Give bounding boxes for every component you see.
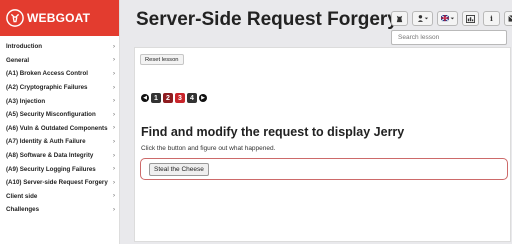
sidebar: WEBGOAT Introduction › General › (A1) Brok… [0,0,120,244]
page-title: Server-Side Request Forgery [136,9,398,30]
chevron-right-icon: › [113,166,115,173]
chevron-right-icon: › [113,125,115,132]
contact-button[interactable] [504,11,512,26]
user-menu-button[interactable] [412,11,433,26]
sidebar-item-a6[interactable]: (A6) Vuln & Outdated Components › [0,122,119,136]
page-link-3[interactable]: 3 [175,93,185,103]
sidebar-item-label: Challenges [6,206,40,214]
mail-icon [508,15,512,22]
sidebar-item-introduction[interactable]: Introduction › [0,40,119,54]
sidebar-item-label: (A3) Injection [6,97,46,105]
sidebar-item-challenges[interactable]: Challenges › [0,203,119,217]
brand-name: WEBGOAT [27,11,91,25]
next-page-icon[interactable]: ▶ [199,94,207,102]
top-toolbar: i [391,11,512,26]
lesson-pager: ◀ 1 2 3 4 ▶ [141,93,207,103]
report-card-icon [466,14,475,23]
chevron-right-icon: › [113,179,115,186]
chevron-right-icon: › [113,84,115,91]
chevron-right-icon: › [113,98,115,105]
chevron-right-icon: › [113,57,115,64]
sidebar-item-label: Client side [6,192,38,200]
sidebar-item-general[interactable]: General › [0,54,119,68]
previous-page-icon[interactable]: ◀ [141,94,149,102]
sidebar-item-label: (A1) Broken Access Control [6,70,88,78]
page-link-1[interactable]: 1 [151,93,161,103]
sidebar-item-a5[interactable]: (A5) Security Misconfiguration › [0,108,119,122]
sidebar-item-a3[interactable]: (A3) Injection › [0,94,119,108]
chevron-right-icon: › [113,193,115,200]
goat-logo-icon [6,9,24,27]
about-button[interactable]: i [483,11,500,26]
sidebar-item-label: General [6,56,30,64]
user-menu-icon [417,15,428,22]
language-flag-icon [440,14,454,22]
lesson-panel: Reset lesson ◀ 1 2 3 4 ▶ Find and modify… [134,47,511,242]
sidebar-item-label: (A5) Security Misconfiguration [6,111,96,119]
search-input[interactable] [391,30,507,45]
sidebar-item-label: (A7) Identity & Auth Failure [6,138,86,146]
page-link-4[interactable]: 4 [187,93,197,103]
reset-lesson-button[interactable]: Reset lesson [140,54,184,65]
chevron-right-icon: › [113,111,115,118]
brand-header[interactable]: WEBGOAT [0,0,119,36]
sidebar-item-a8[interactable]: (A8) Software & Data Integrity › [0,149,119,163]
sidebar-item-label: (A6) Vuln & Outdated Components [6,124,108,132]
chevron-right-icon: › [113,152,115,159]
sidebar-item-a7[interactable]: (A7) Identity & Auth Failure › [0,135,119,149]
goat-icon [396,15,403,23]
sidebar-item-client-side[interactable]: Client side › [0,190,119,204]
sidebar-item-a10[interactable]: (A10) Server-side Request Forgery › [0,176,119,190]
sidebar-item-label: Introduction [6,43,43,51]
chevron-right-icon: › [113,43,115,50]
sidebar-item-a9[interactable]: (A9) Security Logging Failures › [0,162,119,176]
chevron-right-icon: › [113,206,115,213]
lesson-heading: Find and modify the request to display J… [141,125,405,139]
lesson-description: Click the button and figure out what hap… [141,145,276,152]
sidebar-item-a2[interactable]: (A2) Cryptographic Failures › [0,81,119,95]
language-button[interactable] [437,11,458,26]
steal-cheese-button[interactable]: Steal the Cheese [149,163,209,176]
attack-form: Steal the Cheese [140,158,508,180]
chevron-right-icon: › [113,138,115,145]
lesson-nav: Introduction › General › (A1) Broken Acces… [0,36,119,217]
sidebar-item-a1[interactable]: (A1) Broken Access Control › [0,67,119,81]
sidebar-item-label: (A9) Security Logging Failures [6,165,96,173]
goat-button[interactable] [391,11,408,26]
chevron-right-icon: › [113,70,115,77]
info-icon: i [490,14,493,23]
page-link-2[interactable]: 2 [163,93,173,103]
report-card-button[interactable] [462,11,479,26]
sidebar-item-label: (A8) Software & Data Integrity [6,152,94,160]
sidebar-item-label: (A10) Server-side Request Forgery [6,179,108,187]
sidebar-item-label: (A2) Cryptographic Failures [6,84,88,92]
